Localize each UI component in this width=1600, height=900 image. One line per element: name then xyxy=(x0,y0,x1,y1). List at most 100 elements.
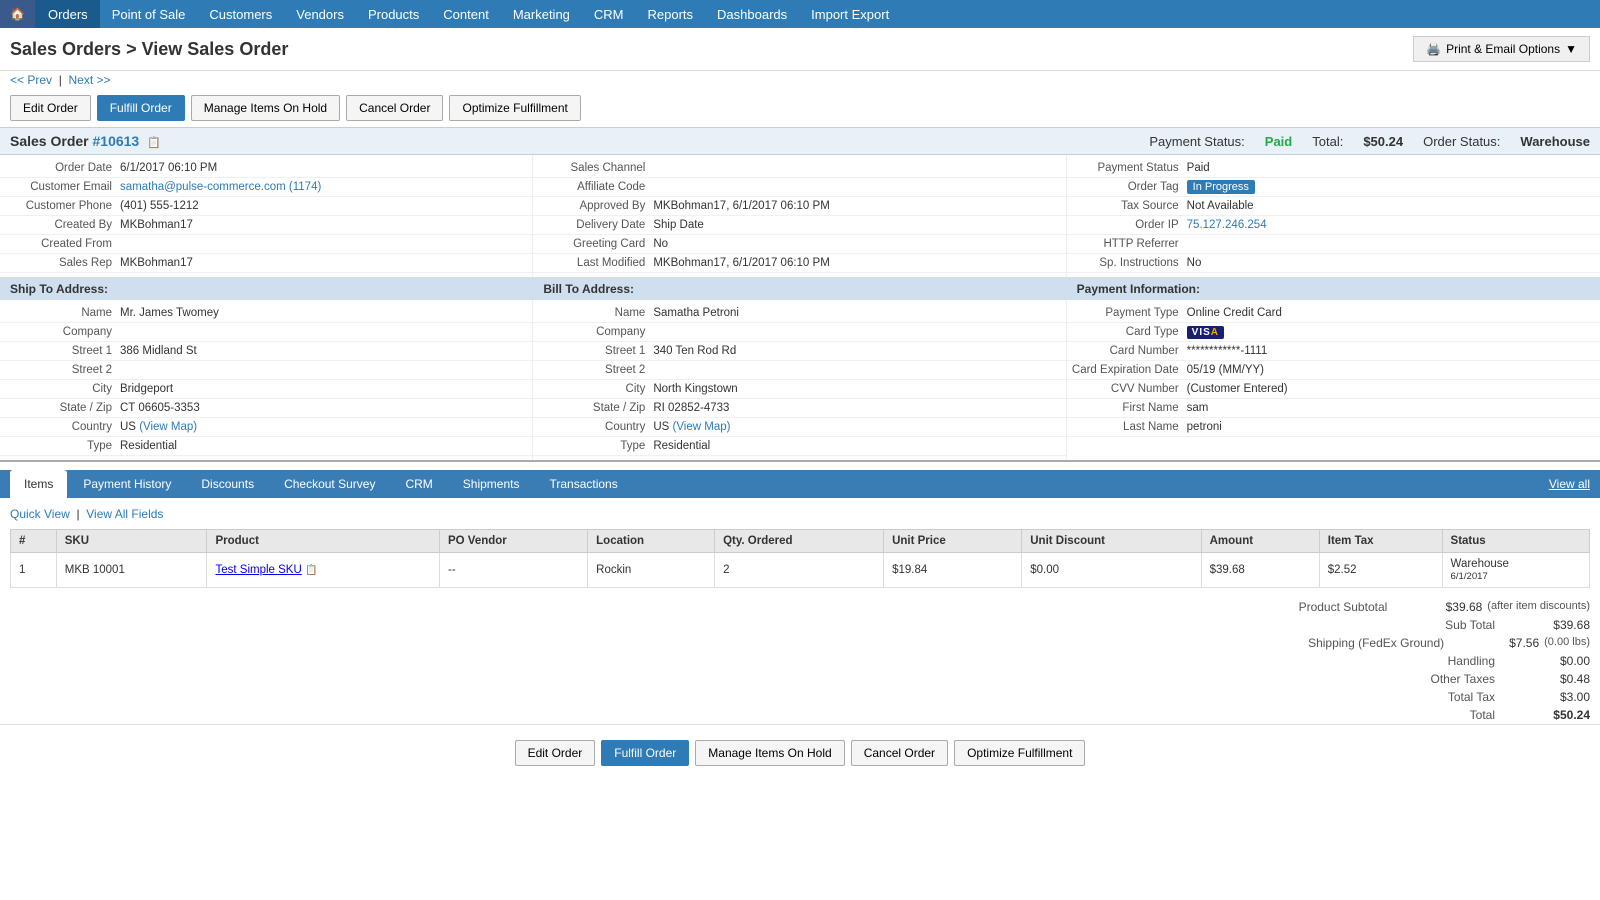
col-unit-price: Unit Price xyxy=(884,530,1022,553)
bottom-action-bar: Edit Order Fulfill Order Manage Items On… xyxy=(0,724,1600,781)
tab-transactions[interactable]: Transactions xyxy=(535,470,631,498)
sales-channel-row: Sales Channel xyxy=(533,159,1065,178)
nav-orders[interactable]: Orders xyxy=(36,0,100,28)
optimize-fulfillment-button[interactable]: Optimize Fulfillment xyxy=(449,95,580,121)
created-by-row: Created By MKBohman17 xyxy=(0,216,532,235)
bottom-optimize-fulfillment-button[interactable]: Optimize Fulfillment xyxy=(954,740,1085,766)
order-status-label: Order Status: xyxy=(1423,134,1500,149)
action-bar: Edit Order Fulfill Order Manage Items On… xyxy=(0,89,1600,127)
order-ip-link[interactable]: 75.127.246.254 xyxy=(1187,219,1267,231)
order-details-middle: Sales Channel Affiliate Code Approved By… xyxy=(533,155,1066,277)
tab-shipments[interactable]: Shipments xyxy=(449,470,534,498)
tab-payment-history[interactable]: Payment History xyxy=(69,470,185,498)
nav-content[interactable]: Content xyxy=(431,0,501,28)
prev-link[interactable]: << Prev xyxy=(10,73,52,87)
tab-checkout-survey[interactable]: Checkout Survey xyxy=(270,470,389,498)
payment-info-section: Payment TypeOnline Credit Card Card Type… xyxy=(1067,300,1600,460)
view-all-fields-link[interactable]: View All Fields xyxy=(86,507,163,521)
affiliate-code-row: Affiliate Code xyxy=(533,178,1065,197)
order-details-right: Payment Status Paid Order Tag In Progres… xyxy=(1067,155,1600,277)
copy-icon[interactable]: 📋 xyxy=(147,137,161,149)
top-navigation: 🏠 Orders Point of Sale Customers Vendors… xyxy=(0,0,1600,28)
shipping-row: Shipping (FedEx Ground) $7.56 (0.00 lbs) xyxy=(1090,634,1590,652)
nav-customers[interactable]: Customers xyxy=(197,0,284,28)
nav-point-of-sale[interactable]: Point of Sale xyxy=(100,0,198,28)
payment-status-detail-row: Payment Status Paid xyxy=(1067,159,1600,178)
tab-crm[interactable]: CRM xyxy=(391,470,446,498)
order-status-area: Payment Status: Paid Total: $50.24 Order… xyxy=(1149,134,1590,149)
ship-to-section: NameMr. James Twomey Company Street 1386… xyxy=(0,300,533,460)
copy-product-icon[interactable]: 📋 xyxy=(305,565,317,576)
manage-hold-button[interactable]: Manage Items On Hold xyxy=(191,95,340,121)
address-section-headers: Ship To Address: Bill To Address: Paymen… xyxy=(0,278,1600,300)
order-number-link[interactable]: #10613 xyxy=(93,133,140,149)
home-button[interactable]: 🏠 xyxy=(0,0,36,28)
print-email-button[interactable]: 🖨️ Print & Email Options ▼ xyxy=(1413,36,1590,62)
delivery-date-row: Delivery Date Ship Date xyxy=(533,216,1065,235)
customer-email-count-link[interactable]: (1174) xyxy=(289,181,321,193)
last-modified-row: Last Modified MKBohman17, 6/1/2017 06:10… xyxy=(533,254,1065,273)
view-all-link[interactable]: View all xyxy=(1549,477,1590,491)
order-ip-row: Order IP 75.127.246.254 xyxy=(1067,216,1600,235)
bottom-fulfill-order-button[interactable]: Fulfill Order xyxy=(601,740,689,766)
col-sku: SKU xyxy=(56,530,207,553)
nav-dashboards[interactable]: Dashboards xyxy=(705,0,799,28)
customer-phone-row: Customer Phone (401) 555-1212 xyxy=(0,197,532,216)
bottom-edit-order-button[interactable]: Edit Order xyxy=(515,740,596,766)
total-value: $50.24 xyxy=(1363,134,1403,149)
product-link[interactable]: Test Simple SKU xyxy=(215,564,301,576)
next-link[interactable]: Next >> xyxy=(68,73,110,87)
nav-products[interactable]: Products xyxy=(356,0,431,28)
col-po-vendor: PO Vendor xyxy=(439,530,587,553)
breadcrumb-nav: << Prev | Next >> xyxy=(0,71,1600,89)
product-subtotal-row: Product Subtotal $39.68 (after item disc… xyxy=(1090,598,1590,616)
http-referrer-row: HTTP Referrer xyxy=(1067,235,1600,254)
created-from-row: Created From xyxy=(0,235,532,254)
other-taxes-row: Other Taxes $0.48 xyxy=(1090,670,1590,688)
ship-to-view-map-link[interactable]: (View Map) xyxy=(139,421,197,433)
customer-email-row: Customer Email samatha@pulse-commerce.co… xyxy=(0,178,532,197)
tab-discounts[interactable]: Discounts xyxy=(187,470,268,498)
totals-area: Product Subtotal $39.68 (after item disc… xyxy=(1090,598,1590,724)
sp-instructions-row: Sp. Instructions No xyxy=(1067,254,1600,273)
order-info-header: Sales Order #10613 📋 Payment Status: Pai… xyxy=(0,127,1600,155)
nav-crm[interactable]: CRM xyxy=(582,0,636,28)
visa-card-icon: VISA xyxy=(1187,326,1224,339)
ship-to-header: Ship To Address: xyxy=(0,278,533,300)
sales-rep-row: Sales Rep MKBohman17 xyxy=(0,254,532,273)
items-table: # SKU Product PO Vendor Location Qty. Or… xyxy=(10,529,1590,588)
bottom-manage-hold-button[interactable]: Manage Items On Hold xyxy=(695,740,844,766)
tax-source-row: Tax Source Not Available xyxy=(1067,197,1600,216)
nav-vendors[interactable]: Vendors xyxy=(284,0,356,28)
order-tag-badge: In Progress xyxy=(1187,180,1255,194)
table-row: 1 MKB 10001 Test Simple SKU 📋 -- Rockin … xyxy=(11,553,1590,588)
fulfill-order-button[interactable]: Fulfill Order xyxy=(97,95,185,121)
payment-info-header: Payment Information: xyxy=(1067,278,1600,300)
items-area: Quick View | View All Fields # SKU Produ… xyxy=(0,498,1600,593)
payment-status-label: Payment Status: xyxy=(1149,134,1244,149)
total-tax-row: Total Tax $3.00 xyxy=(1090,688,1590,706)
tab-items[interactable]: Items xyxy=(10,470,67,498)
address-details-section: NameMr. James Twomey Company Street 1386… xyxy=(0,300,1600,462)
total-row: Total $50.24 xyxy=(1090,706,1590,724)
greeting-card-row: Greeting Card No xyxy=(533,235,1065,254)
order-tag-row: Order Tag In Progress xyxy=(1067,178,1600,197)
nav-marketing[interactable]: Marketing xyxy=(501,0,582,28)
col-item-tax: Item Tax xyxy=(1319,530,1442,553)
col-amount: Amount xyxy=(1201,530,1319,553)
payment-status-value: Paid xyxy=(1265,134,1292,149)
edit-order-button[interactable]: Edit Order xyxy=(10,95,91,121)
handling-row: Handling $0.00 xyxy=(1090,652,1590,670)
bill-to-view-map-link[interactable]: (View Map) xyxy=(673,421,731,433)
nav-import-export[interactable]: Import Export xyxy=(799,0,901,28)
tabs-bar: Items Payment History Discounts Checkout… xyxy=(0,470,1600,498)
bottom-cancel-order-button[interactable]: Cancel Order xyxy=(851,740,948,766)
quick-view-bar: Quick View | View All Fields xyxy=(10,503,1590,525)
page-title: Sales Orders > View Sales Order xyxy=(10,39,288,60)
quick-view-link[interactable]: Quick View xyxy=(10,507,70,521)
col-status: Status xyxy=(1442,530,1589,553)
cancel-order-button[interactable]: Cancel Order xyxy=(346,95,443,121)
page-header: Sales Orders > View Sales Order 🖨️ Print… xyxy=(0,28,1600,71)
nav-reports[interactable]: Reports xyxy=(636,0,706,28)
customer-email-link[interactable]: samatha@pulse-commerce.com xyxy=(120,181,286,193)
